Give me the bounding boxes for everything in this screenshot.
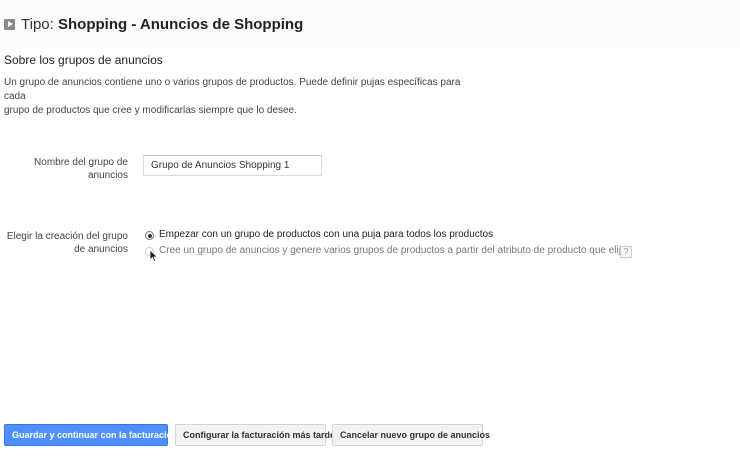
mouse-cursor-icon bbox=[149, 249, 159, 263]
section-title: Sobre los grupos de anuncios bbox=[4, 53, 163, 67]
section-description: Un grupo de anuncios contiene uno o vari… bbox=[4, 76, 484, 118]
configure-billing-later-button[interactable]: Configurar la facturación más tarde bbox=[175, 424, 335, 446]
label-line: Nombre del grupo de bbox=[34, 157, 128, 168]
label-line: de anuncios bbox=[74, 244, 128, 255]
page-header: Tipo: Shopping - Anuncios de Shopping bbox=[0, 0, 740, 48]
label-line: Elegir la creación del grupo bbox=[6, 231, 128, 242]
creation-method-label: Elegir la creación del grupo de anuncios bbox=[0, 230, 128, 256]
play-icon[interactable] bbox=[4, 19, 15, 30]
description-line: Un grupo de anuncios contiene uno o vari… bbox=[4, 77, 461, 102]
type-label: Tipo: bbox=[21, 16, 54, 33]
ad-group-name-input[interactable] bbox=[143, 155, 322, 176]
help-icon[interactable]: ? bbox=[620, 246, 632, 258]
cancel-new-ad-group-button[interactable]: Cancelar nuevo grupo de anuncios bbox=[332, 424, 490, 446]
ad-group-name-label: Nombre del grupo de anuncios bbox=[0, 156, 128, 182]
radio-single-product-group[interactable] bbox=[145, 231, 154, 240]
option-multiple-product-groups-label[interactable]: Cree un grupo de anuncios y genere vario… bbox=[159, 245, 629, 256]
option-single-product-group-label[interactable]: Empezar con un grupo de productos con un… bbox=[159, 229, 493, 240]
campaign-type-value: Shopping - Anuncios de Shopping bbox=[58, 16, 304, 33]
save-and-continue-button[interactable]: Guardar y continuar con la facturación bbox=[4, 424, 178, 446]
description-line: grupo de productos que cree y modificarl… bbox=[4, 105, 297, 116]
label-line: anuncios bbox=[87, 170, 128, 181]
